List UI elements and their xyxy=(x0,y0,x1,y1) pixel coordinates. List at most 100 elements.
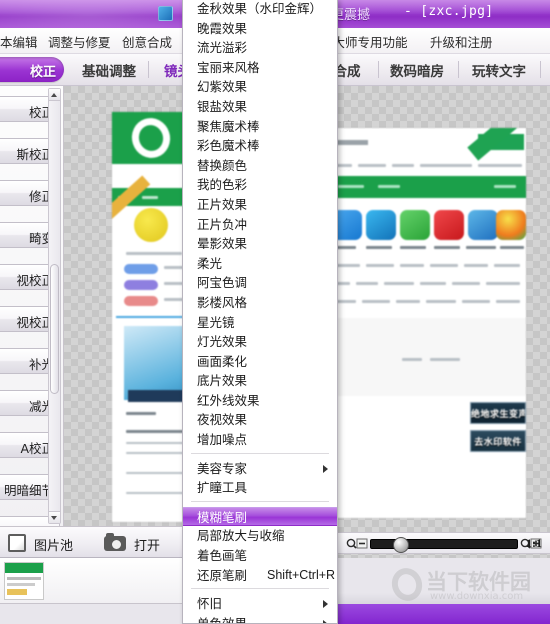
menu-item-label: 底片效果 xyxy=(197,373,248,389)
photo-right-r1e xyxy=(464,264,488,267)
menu-item-label: 着色画笔 xyxy=(197,548,248,564)
tab-pill-correction[interactable]: 校正 xyxy=(0,57,64,82)
photo-right-r1c xyxy=(400,264,424,267)
menu-item-1[interactable]: 晚霞效果 xyxy=(183,19,337,39)
menu-item-22[interactable]: 增加噪点 xyxy=(183,430,337,450)
menu-item-label: 替换颜色 xyxy=(197,157,248,173)
menu-item-2[interactable]: 流光溢彩 xyxy=(183,38,337,58)
menu-item-3[interactable]: 宝丽来风格 xyxy=(183,58,337,78)
menu-item-label: 增加噪点 xyxy=(197,432,248,448)
photo-right-cap-2 xyxy=(366,246,392,249)
tab-darkroom[interactable]: 数码暗房 xyxy=(390,60,444,80)
photo-right-r2d xyxy=(420,282,446,285)
zoom-slider-knob[interactable] xyxy=(393,537,409,553)
left-panel-scrollbar[interactable] xyxy=(48,88,61,524)
zoom-out-icon[interactable] xyxy=(346,537,368,551)
zoom-slider-track[interactable] xyxy=(370,537,518,553)
menubar-item-adjust[interactable]: 调整与修夏 xyxy=(48,32,111,51)
photo-left-chip-2 xyxy=(124,280,158,290)
ad-banner-2[interactable]: 去水印软件 xyxy=(470,430,526,452)
menu-item-30[interactable]: 还原笔刷 Shift+Ctrl+R xyxy=(183,566,337,586)
menu-item-label: 晕影效果 xyxy=(197,236,248,252)
menu-item-29[interactable]: 着色画笔 xyxy=(183,546,337,566)
menu-item-4[interactable]: 幻紫效果 xyxy=(183,77,337,97)
menu-item-label: 聚焦魔术棒 xyxy=(197,118,260,134)
photo-right-icon-3 xyxy=(400,210,430,240)
tab-separator-2 xyxy=(378,61,379,78)
tab-separator xyxy=(148,61,149,78)
menu-item-11[interactable]: 正片负冲 xyxy=(183,215,337,235)
menu-item-33[interactable]: 单色效果 xyxy=(183,614,337,624)
tab-basic-adjust[interactable]: 基础调整 xyxy=(82,60,136,80)
photo-right-cap-4 xyxy=(434,246,460,249)
menu-item-label: 怀旧 xyxy=(197,596,223,612)
menu-item-14[interactable]: 阿宝色调 xyxy=(183,273,337,293)
menu-item-label: 美容专家 xyxy=(197,460,248,476)
photo-left-line-7 xyxy=(126,442,184,444)
photo-left-line-9 xyxy=(126,472,188,474)
menu-separator-line xyxy=(191,588,329,590)
submenu-arrow-icon xyxy=(323,619,328,623)
effects-dropdown-menu[interactable]: 金秋效果（水印金辉） 晚霞效果 流光溢彩宝丽来风格 幻紫效果 银盐效果 聚焦魔术棒彩色魔术… xyxy=(182,0,338,624)
menu-item-label: 单色效果 xyxy=(197,615,248,624)
menubar-item-creative[interactable]: 创意合成 xyxy=(122,32,172,51)
menubar-item-edit[interactable]: 本编辑 xyxy=(0,32,38,51)
filmstrip-thumbnail[interactable] xyxy=(4,562,44,600)
tab-separator-3 xyxy=(458,61,459,78)
menubar-item-upgrade[interactable]: 升级和注册 xyxy=(430,32,493,51)
menu-item-10[interactable]: 正片效果 xyxy=(183,195,337,215)
menu-item-27[interactable]: 模糊笔刷 xyxy=(183,506,337,527)
tab-text[interactable]: 玩转文字 xyxy=(472,60,526,80)
menu-item-13[interactable]: 柔光 xyxy=(183,254,337,274)
photo-right-r2e xyxy=(452,282,480,285)
thumb-line-3 xyxy=(7,589,27,595)
menu-item-16[interactable]: 星光镜 xyxy=(183,313,337,333)
menu-item-21[interactable]: 夜视效果 xyxy=(183,410,337,430)
menu-item-19[interactable]: 底片效果 xyxy=(183,371,337,391)
scroll-up-arrow-icon[interactable] xyxy=(49,89,60,101)
bottom-gray-strip xyxy=(320,592,550,604)
menu-item-label: 影楼风格 xyxy=(197,294,248,310)
menu-item-8[interactable]: 替换颜色 xyxy=(183,156,337,176)
scrollbar-thumb[interactable] xyxy=(50,264,59,394)
menu-item-9[interactable]: 我的色彩 xyxy=(183,175,337,195)
photo-right-l2 xyxy=(358,164,386,167)
ad-banner-1[interactable]: 绝地求生变声器 xyxy=(470,402,526,424)
photo-right-icon-5 xyxy=(468,210,498,240)
menu-item-12[interactable]: 晕影效果 xyxy=(183,234,337,254)
left-tool-panel: 校正 斯校正 修正 畸变 视校正 视校正 补光 减光 A校正 明暗细节 细节 锐… xyxy=(0,86,64,526)
menu-item-7[interactable]: 彩色魔术棒 xyxy=(183,136,337,156)
photo-left-line-10 xyxy=(126,492,188,494)
menu-item-15[interactable]: 影楼风格 xyxy=(183,293,337,313)
photo-right-r2f xyxy=(486,282,520,285)
menu-item-24[interactable]: 美容专家 xyxy=(183,459,337,479)
menu-item-28[interactable]: 局部放大与收缩 xyxy=(183,526,337,546)
menu-item-label: 流光溢彩 xyxy=(197,40,248,56)
photo-right-r1a xyxy=(336,264,360,267)
menu-separator-line xyxy=(191,452,329,454)
menu-item-20[interactable]: 红外线效果 xyxy=(183,391,337,411)
menu-item-5[interactable]: 银盐效果 xyxy=(183,97,337,117)
photo-right-nav-2 xyxy=(378,185,400,188)
menu-item-18[interactable]: 画面柔化 xyxy=(183,352,337,372)
menu-item-32[interactable]: 怀旧 xyxy=(183,594,337,614)
thumb-line-2 xyxy=(7,583,35,586)
scroll-down-arrow-icon[interactable] xyxy=(49,511,60,523)
application-window: 流更震撼 - [zxc.jpg] 本编辑 调整与修夏 创意合成 码大师专用功能 … xyxy=(0,0,550,624)
photo-left-line-1 xyxy=(126,252,182,255)
photo-right-l5 xyxy=(478,164,522,167)
menu-item-25[interactable]: 扩瞳工具 xyxy=(183,478,337,498)
photo-right-mid-2 xyxy=(430,358,460,361)
photo-left-chip-3 xyxy=(124,296,158,306)
photo-right-spacer xyxy=(330,318,526,396)
menu-item-17[interactable]: 灯光效果 xyxy=(183,332,337,352)
menu-item-label: 红外线效果 xyxy=(197,392,260,408)
photo-left-line-5 xyxy=(126,412,156,415)
menu-item-0[interactable]: 金秋效果（水印金辉） xyxy=(183,0,337,19)
photo-right-r2c xyxy=(384,282,414,285)
menu-item-label: 还原笔刷 xyxy=(197,567,248,583)
menu-item-6[interactable]: 聚焦魔术棒 xyxy=(183,117,337,137)
photo-left-line-6 xyxy=(126,430,188,433)
tab-pill-label: 校正 xyxy=(29,65,56,80)
photo-right-r1d xyxy=(430,264,458,267)
